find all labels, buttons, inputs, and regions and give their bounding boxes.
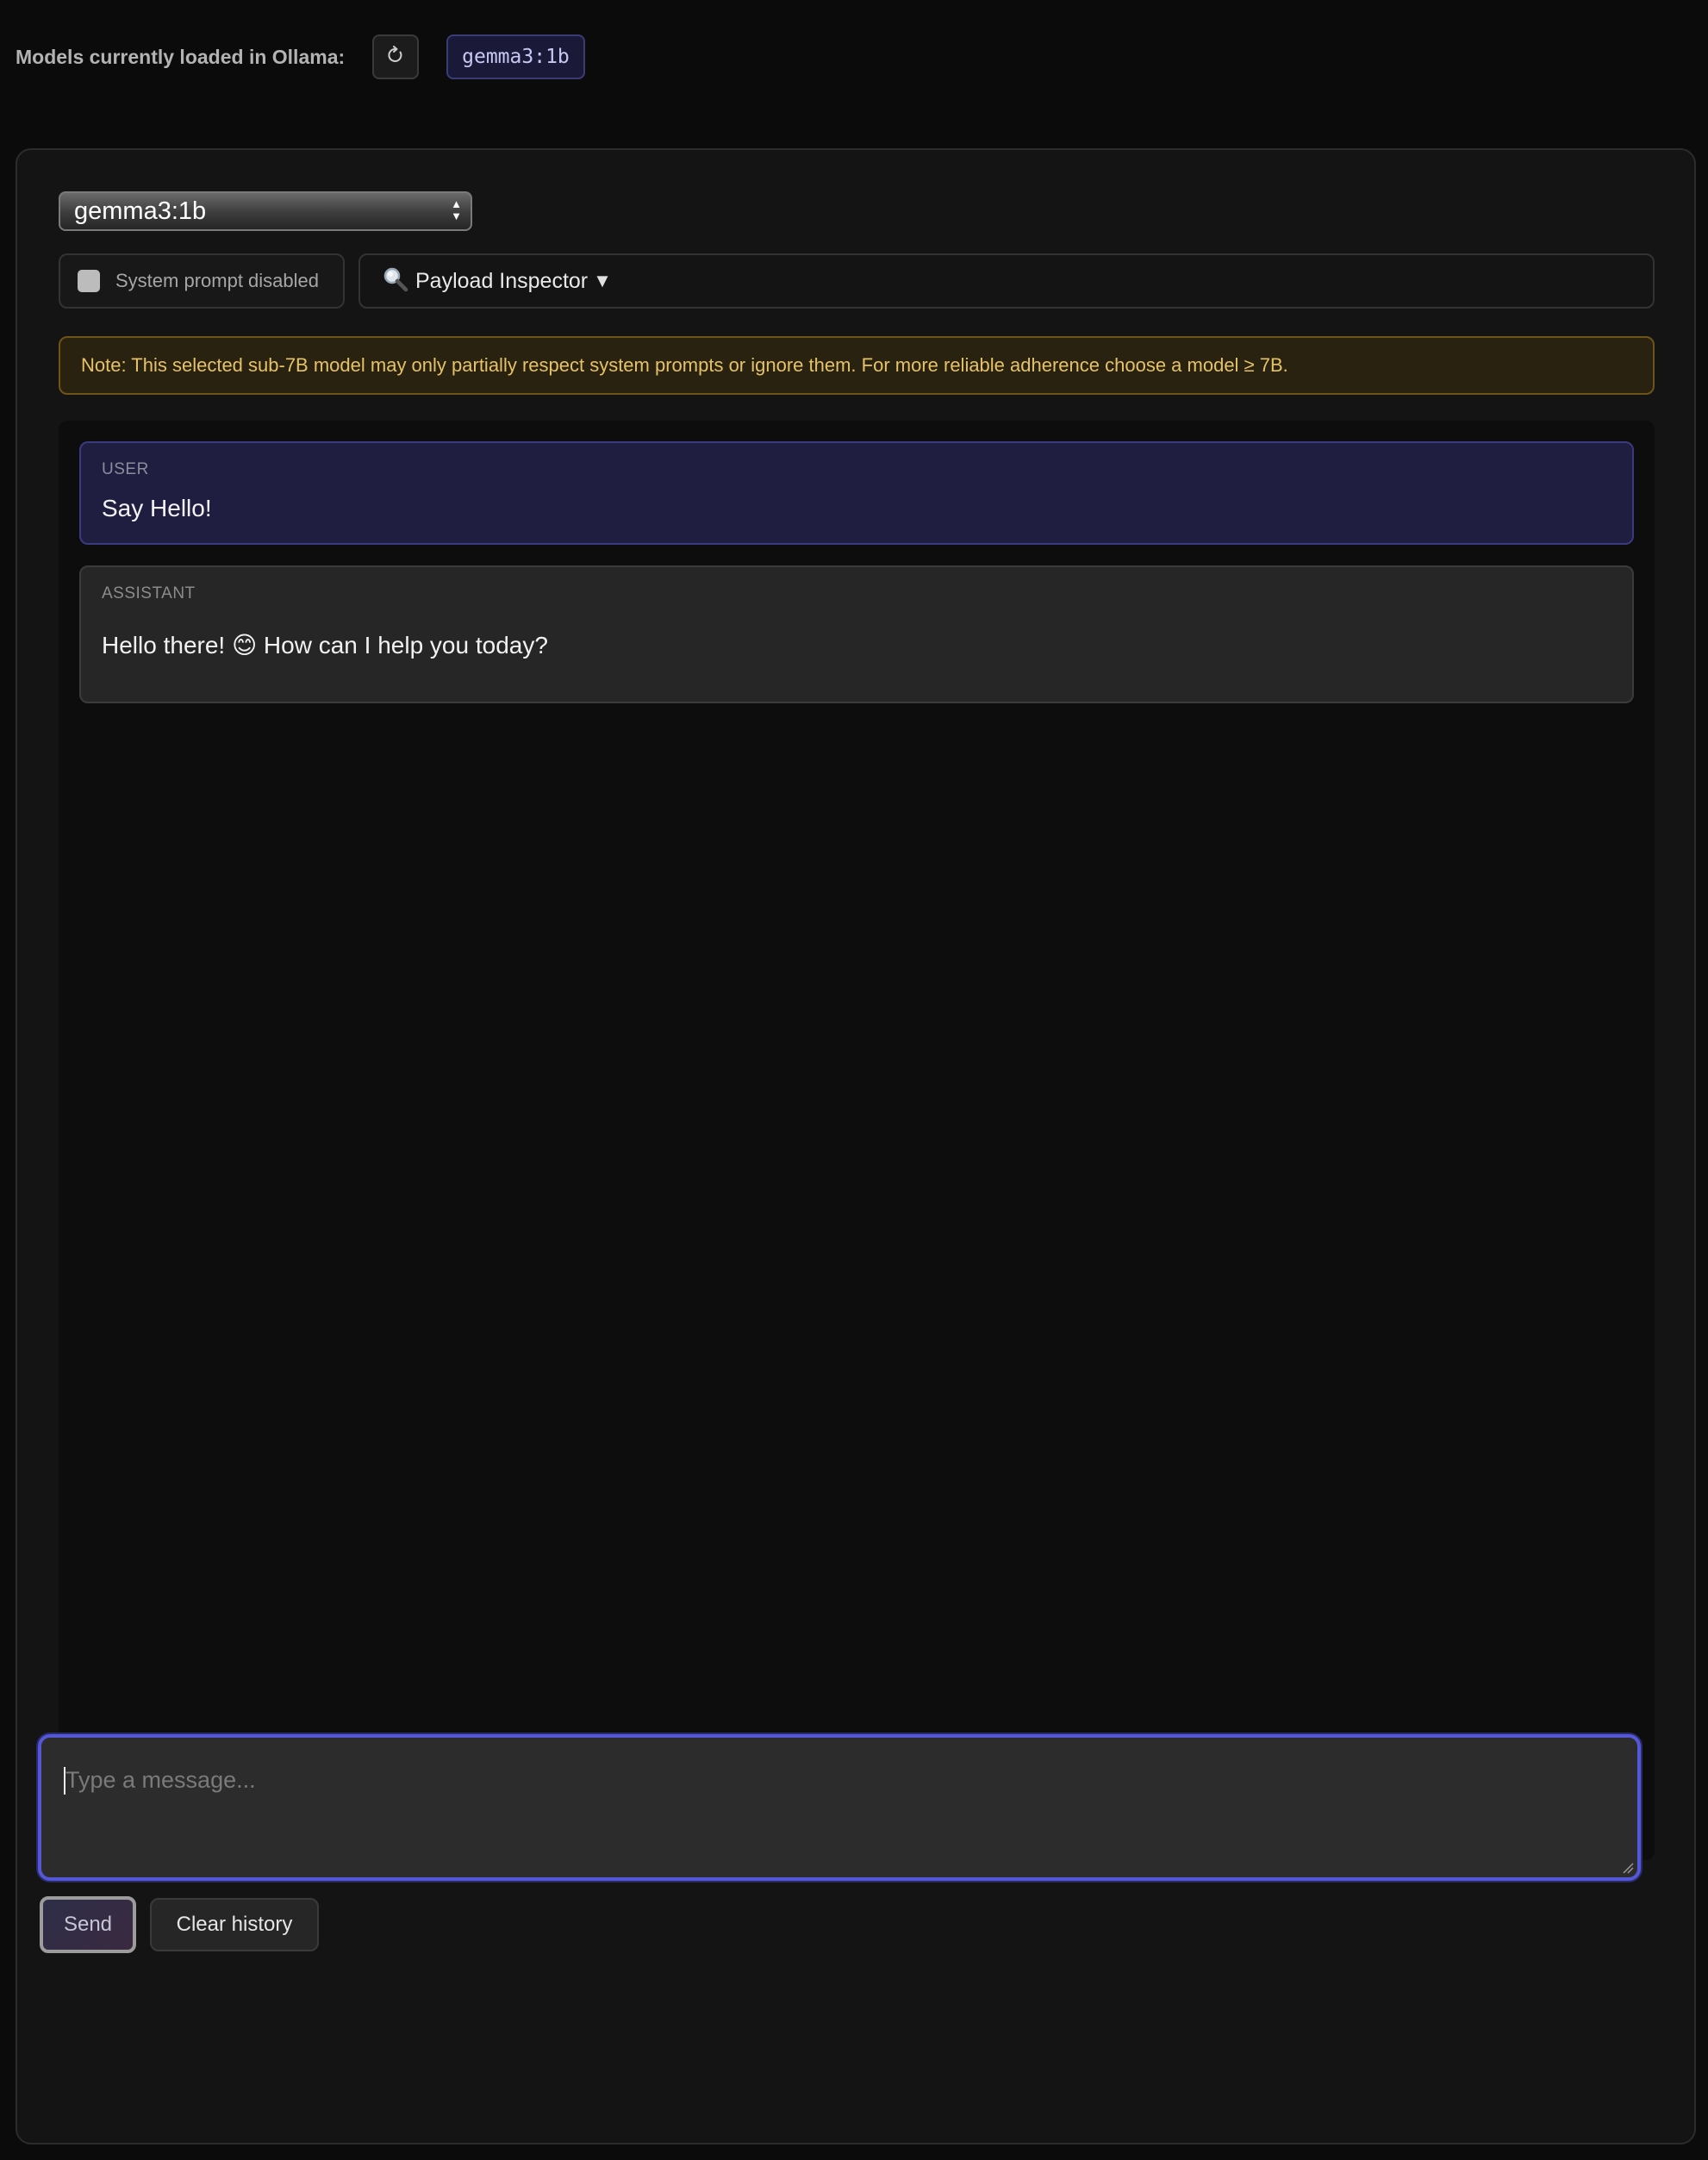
magnifier-icon	[383, 266, 408, 297]
payload-inspector-label: Payload Inspector	[415, 268, 589, 293]
chevron-down-icon: ▼	[593, 270, 612, 291]
message-content: Hello there! 😊 How can I help you today?	[102, 632, 548, 659]
select-arrows-icon: ▲ ▼	[451, 197, 462, 222]
loaded-models-label: Models currently loaded in Ollama:	[16, 45, 346, 68]
clear-history-button[interactable]: Clear history	[150, 1898, 319, 1951]
message-content: Say Hello!	[102, 495, 212, 521]
assistant-message: ASSISTANT Hello there! 😊 How can I help …	[79, 565, 1634, 703]
resize-handle-icon[interactable]	[1622, 1862, 1634, 1874]
message-role: USER	[102, 460, 149, 478]
loaded-model-chip: gemma3:1b	[446, 34, 585, 79]
system-prompt-toggle[interactable]: System prompt disabled	[59, 253, 345, 309]
model-select-value: gemma3:1b	[74, 197, 207, 225]
message-input[interactable]: Type a message...	[38, 1734, 1641, 1881]
system-prompt-label: System prompt disabled	[115, 270, 319, 291]
loaded-models-bar: Models currently loaded in Ollama: gemma…	[16, 34, 585, 79]
message-input-placeholder: Type a message...	[65, 1767, 256, 1793]
refresh-button[interactable]	[372, 34, 420, 79]
model-select[interactable]: gemma3:1b ▲ ▼	[59, 191, 472, 231]
model-warning-note: Note: This selected sub-7B model may onl…	[59, 336, 1655, 395]
system-prompt-checkbox[interactable]	[78, 270, 100, 292]
refresh-icon	[387, 45, 404, 69]
payload-inspector-toggle[interactable]: Payload Inspector ▼	[358, 253, 1655, 309]
message-role: ASSISTANT	[102, 584, 196, 602]
chat-history[interactable]: USER Say Hello! ASSISTANT Hello there! 😊…	[59, 421, 1655, 1860]
user-message: USER Say Hello!	[79, 441, 1634, 545]
send-button[interactable]: Send	[40, 1896, 136, 1953]
